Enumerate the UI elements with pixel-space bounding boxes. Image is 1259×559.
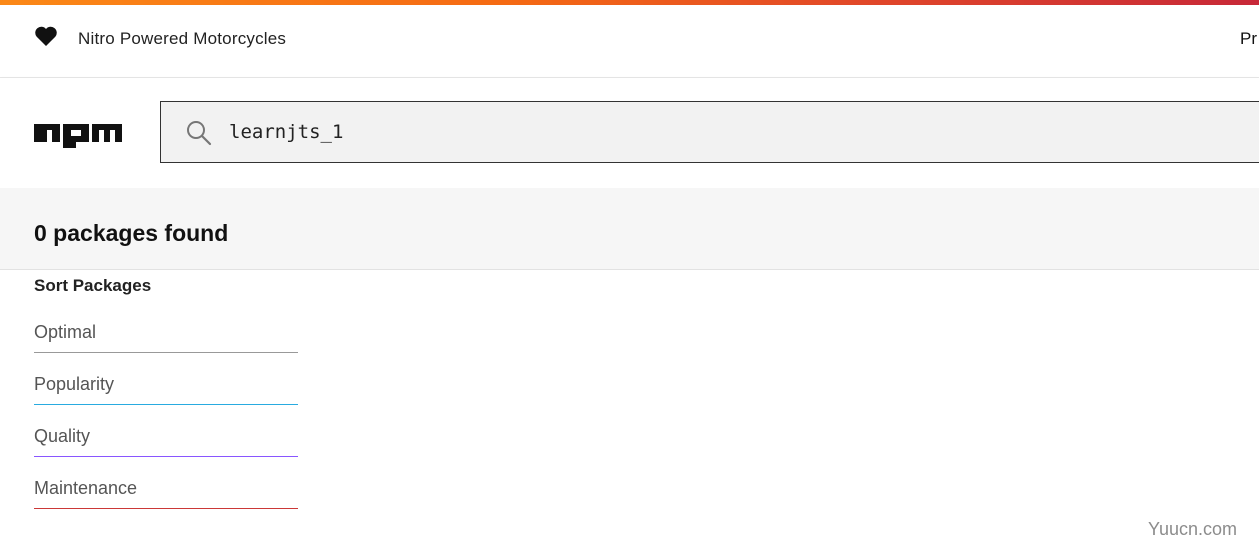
search-box[interactable]: [160, 101, 1259, 163]
sort-option-label: Popularity: [34, 374, 115, 394]
promo-bar: Nitro Powered Motorcycles Pr: [0, 5, 1259, 78]
sort-option-maintenance[interactable]: Maintenance: [34, 476, 298, 509]
promo-text[interactable]: Nitro Powered Motorcycles: [78, 29, 286, 49]
heart-icon[interactable]: [34, 25, 58, 47]
sort-option-label: Optimal: [34, 322, 97, 342]
promo-nav-text[interactable]: Pr: [1240, 29, 1257, 49]
watermark: Yuucn.com: [1148, 519, 1238, 539]
search-input[interactable]: [227, 120, 1131, 144]
results-count: 0 packages found: [34, 220, 229, 246]
search-header: npm: [0, 78, 1259, 188]
sort-option-label: Maintenance: [34, 478, 138, 498]
sort-title: Sort Packages: [34, 276, 152, 295]
sort-option-popularity[interactable]: Popularity: [34, 372, 298, 405]
npm-logo[interactable]: npm: [34, 121, 122, 148]
sort-option-label: Quality: [34, 426, 91, 446]
results-header: 0 packages found: [0, 188, 1259, 270]
sort-option-quality[interactable]: Quality: [34, 424, 298, 457]
search-icon: [187, 121, 212, 146]
sort-option-optimal[interactable]: Optimal: [34, 320, 298, 353]
